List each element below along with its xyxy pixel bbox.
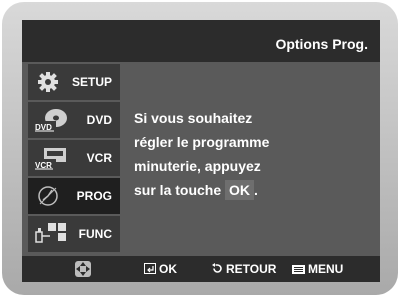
ok-key-highlight: OK	[225, 180, 255, 200]
menu-label: MENU	[308, 262, 344, 276]
return-arrow-icon	[212, 262, 223, 277]
sidebar-menu: SETUP DVD DVD VCR VCR PROG FUNC	[22, 62, 120, 256]
sidebar-item-setup[interactable]: SETUP	[28, 64, 120, 100]
message-line: Si vous souhaitez	[134, 110, 253, 126]
ok-hint[interactable]: OK	[144, 262, 177, 277]
message-prefix: sur la touche	[134, 182, 222, 198]
message-line: minuterie, appuyez	[134, 158, 261, 174]
sidebar-item-func[interactable]: FUNC	[28, 216, 120, 252]
ok-label: OK	[159, 262, 177, 276]
direction-pad-icon	[74, 260, 92, 281]
header-bar: Options Prog.	[22, 20, 380, 62]
function-blocks-icon	[34, 222, 68, 246]
return-label: RETOUR	[226, 262, 277, 276]
return-hint[interactable]: RETOUR	[212, 262, 276, 277]
message-line: sur la touche OK.	[134, 178, 364, 202]
sidebar-item-label: FUNC	[78, 227, 112, 241]
gear-icon	[34, 70, 68, 94]
menu-hint[interactable]: MENU	[292, 262, 343, 277]
menu-icon	[292, 263, 305, 277]
vcr-tape-icon: VCR	[34, 146, 68, 170]
enter-icon	[144, 262, 156, 277]
sidebar-item-dvd[interactable]: DVD DVD	[28, 102, 120, 138]
sidebar-item-prog[interactable]: PROG	[28, 178, 120, 214]
dvd-disc-icon: DVD	[34, 108, 68, 132]
sidebar-item-label: VCR	[86, 151, 112, 165]
message-text: Si vous souhaitez régler le programme mi…	[134, 106, 364, 202]
osd-screen: Options Prog. SETUP DVD DVD VCR VCR PROG…	[22, 20, 380, 282]
footer-bar: OK RETOUR MENU	[22, 256, 380, 282]
sidebar-item-label: SETUP	[71, 75, 112, 89]
sidebar-item-label: PROG	[76, 189, 112, 203]
page-title: Options Prog.	[275, 36, 368, 52]
clock-timer-icon	[34, 184, 68, 208]
sidebar-item-vcr[interactable]: VCR VCR	[28, 140, 120, 176]
sidebar-item-label: DVD	[86, 113, 112, 127]
message-suffix: .	[254, 182, 258, 198]
message-line: régler le programme	[134, 134, 270, 150]
